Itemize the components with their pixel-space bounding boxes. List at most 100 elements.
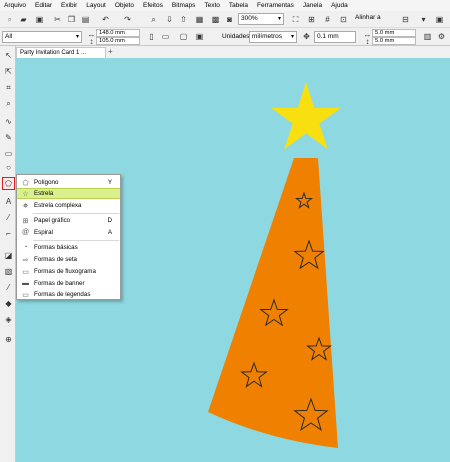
copy-icon[interactable]: ❐ bbox=[66, 14, 77, 25]
star-icon: ☆ bbox=[22, 190, 29, 198]
cut-icon[interactable]: ✂ bbox=[52, 14, 63, 25]
menu-editar[interactable]: Editar bbox=[35, 2, 52, 9]
interactive-fill-icon[interactable]: ◆ bbox=[3, 298, 14, 309]
current-page-icon[interactable]: ▣ bbox=[194, 31, 205, 42]
spiral-icon: @ bbox=[21, 229, 30, 236]
new-document-icon[interactable]: ▫ bbox=[4, 14, 15, 25]
menu-layout[interactable]: Layout bbox=[86, 2, 106, 9]
shortcut-key: D bbox=[107, 217, 112, 224]
app-launcher-icon[interactable]: ▩ bbox=[210, 14, 221, 25]
all-pages-icon[interactable]: ▢ bbox=[178, 31, 189, 42]
page-height-field[interactable]: 105.0 mm bbox=[96, 37, 140, 45]
menu-bar: Arquivo Editar Exibir Layout Objeto Efei… bbox=[0, 0, 450, 11]
export-icon[interactable]: ⇧ bbox=[178, 14, 189, 25]
menu-janela[interactable]: Janela bbox=[303, 2, 322, 9]
flyout-separator bbox=[33, 240, 119, 241]
units-label: Unidades: bbox=[222, 33, 252, 40]
add-tool-icon[interactable]: ⊕ bbox=[3, 334, 14, 345]
transparency-icon[interactable]: ▧ bbox=[3, 266, 14, 277]
connector-tool-icon[interactable]: ⌐ bbox=[3, 228, 14, 239]
eyedropper-icon[interactable]: ⁄ bbox=[3, 282, 14, 293]
smart-fill-icon[interactable]: ◈ bbox=[3, 314, 14, 325]
document-tab[interactable]: Party Invitation Card 1 ... bbox=[16, 47, 106, 58]
graph-paper-icon: ⊞ bbox=[22, 217, 29, 225]
flyout-item-label: Formas de seta bbox=[34, 256, 77, 263]
flyout-item-polygon[interactable]: ⬠ Polígono Y bbox=[17, 177, 120, 188]
polygon-tool-icon[interactable]: ⬠ bbox=[2, 177, 15, 190]
landscape-icon[interactable]: ▭ bbox=[160, 31, 171, 42]
fullscreen-icon[interactable]: ⛶ bbox=[290, 14, 301, 25]
close-icon[interactable]: ▣ bbox=[434, 14, 445, 25]
align-to-button[interactable]: Alinhar a bbox=[355, 14, 381, 21]
toolbox: ↖ ⇱ ⌗ ⌕ ∿ ✎ ▭ ○ ⬠ A ⁄ ⌐ ◪ ▧ ⁄ ◆ ◈ ⊕ bbox=[0, 46, 16, 462]
zoom-tool-icon[interactable]: ⌕ bbox=[3, 98, 14, 109]
crop-tool-icon[interactable]: ⌗ bbox=[3, 82, 14, 93]
import-icon[interactable]: ⇩ bbox=[164, 14, 175, 25]
flowchart-shapes-icon: ▭ bbox=[22, 268, 29, 276]
freehand-tool-icon[interactable]: ∿ bbox=[3, 116, 14, 127]
menu-efeitos[interactable]: Efeitos bbox=[143, 2, 163, 9]
menu-bitmaps[interactable]: Bitmaps bbox=[172, 2, 195, 9]
pick-tool-icon[interactable]: ↖ bbox=[3, 50, 14, 61]
shortcut-key: Y bbox=[107, 179, 112, 186]
menu-ajuda[interactable]: Ajuda bbox=[331, 2, 348, 9]
add-tab-button[interactable]: + bbox=[108, 47, 113, 57]
menu-objeto[interactable]: Objeto bbox=[115, 2, 134, 9]
flyout-item-label: Espiral bbox=[34, 229, 53, 236]
paste-icon[interactable]: ▤ bbox=[80, 14, 91, 25]
artistic-media-icon[interactable]: ✎ bbox=[3, 132, 14, 143]
flyout-item-flowchart-shapes[interactable]: ▭ Formas de fluxograma bbox=[17, 266, 120, 277]
flyout-item-star[interactable]: ☆ Estrela bbox=[17, 188, 120, 199]
flyout-item-label: Formas de legendas bbox=[34, 291, 91, 298]
undo-icon[interactable]: ↶ bbox=[100, 14, 111, 25]
page-options-icon[interactable]: ▥ bbox=[422, 31, 433, 42]
menu-ferramentas[interactable]: Ferramentas bbox=[257, 2, 294, 9]
top-star bbox=[270, 82, 342, 150]
drop-shadow-icon[interactable]: ◪ bbox=[3, 250, 14, 261]
flyout-item-arrow-shapes[interactable]: ⇨ Formas de seta bbox=[17, 254, 120, 265]
options-gear-icon[interactable]: ⚙ bbox=[436, 31, 447, 42]
duplicate-x-field[interactable]: 5.0 mm bbox=[372, 29, 416, 37]
selection-preset-select[interactable]: All bbox=[2, 31, 82, 43]
text-tool-icon[interactable]: A bbox=[3, 196, 14, 207]
quick-customize-icon[interactable]: ▾ bbox=[418, 14, 429, 25]
flyout-item-graph-paper[interactable]: ⊞ Papel gráfico D bbox=[17, 215, 120, 226]
portrait-icon[interactable]: ▯ bbox=[146, 31, 157, 42]
flyout-item-banner-shapes[interactable]: ▬ Formas de banner bbox=[17, 278, 120, 289]
menu-arquivo[interactable]: Arquivo bbox=[4, 2, 26, 9]
rectangle-tool-icon[interactable]: ▭ bbox=[3, 148, 14, 159]
rulers-icon[interactable]: ⊞ bbox=[306, 14, 317, 25]
flyout-item-label: Papel gráfico bbox=[34, 217, 71, 224]
flyout-item-label: Estrela bbox=[34, 190, 54, 197]
publish-pdf-icon[interactable]: ▦ bbox=[194, 14, 205, 25]
complex-star-icon: ✵ bbox=[22, 202, 29, 210]
menu-exibir[interactable]: Exibir bbox=[61, 2, 77, 9]
flyout-item-label: Polígono bbox=[34, 179, 59, 186]
redo-icon[interactable]: ↷ bbox=[122, 14, 133, 25]
flyout-item-complex-star[interactable]: ✵ Estrela complexa bbox=[17, 200, 120, 211]
flyout-item-basic-shapes[interactable]: ◔ Formas básicas bbox=[17, 242, 120, 253]
page-width-field[interactable]: 148.0 mm bbox=[96, 29, 140, 37]
save-icon[interactable]: ▣ bbox=[34, 14, 45, 25]
menu-tabela[interactable]: Tabela bbox=[229, 2, 248, 9]
arrow-shapes-icon: ⇨ bbox=[22, 256, 29, 264]
units-select[interactable]: milímetros bbox=[249, 31, 297, 43]
grid-icon[interactable]: # bbox=[322, 14, 333, 25]
flyout-item-callout-shapes[interactable]: ▭ Formas de legendas bbox=[17, 289, 120, 300]
flyout-separator bbox=[33, 213, 119, 214]
welcome-icon[interactable]: ◙ bbox=[224, 14, 235, 25]
flyout-item-spiral[interactable]: @ Espiral A bbox=[17, 227, 120, 238]
search-icon[interactable]: ⌕ bbox=[148, 14, 159, 25]
guidelines-icon[interactable]: ⊡ bbox=[338, 14, 349, 25]
menu-texto[interactable]: Texto bbox=[204, 2, 220, 9]
shortcut-key: A bbox=[107, 229, 112, 236]
nudge-distance-field[interactable]: 0.1 mm bbox=[314, 31, 356, 43]
options-icon[interactable]: ⊟ bbox=[400, 14, 411, 25]
open-folder-icon[interactable]: ▰ bbox=[18, 14, 29, 25]
zoom-level-select[interactable]: 300% bbox=[238, 13, 284, 25]
duplicate-y-field[interactable]: 5.0 mm bbox=[372, 37, 416, 45]
basic-shapes-icon: ◔ bbox=[23, 244, 28, 251]
parallel-dimension-icon[interactable]: ⁄ bbox=[3, 212, 14, 223]
ellipse-tool-icon[interactable]: ○ bbox=[3, 162, 14, 173]
shape-tool-icon[interactable]: ⇱ bbox=[3, 66, 14, 77]
